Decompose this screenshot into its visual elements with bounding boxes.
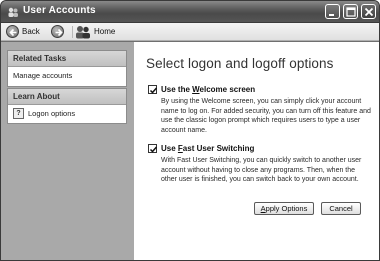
forward-button[interactable] [51, 25, 71, 39]
toolbar-divider [72, 26, 73, 38]
close-button[interactable] [361, 4, 376, 19]
related-tasks-panel: Related Tasks Manage accounts [7, 50, 127, 87]
page-title: Select logon and logoff options [146, 56, 334, 71]
welcome-screen-checkbox[interactable] [148, 85, 158, 94]
apply-options-button[interactable]: Apply Options [254, 202, 314, 215]
toolbar: Back Home [1, 23, 379, 41]
back-label: Back [22, 27, 40, 36]
manage-accounts-link[interactable]: Manage accounts [8, 67, 126, 84]
maximize-icon [346, 7, 356, 17]
content-area: Related Tasks Manage accounts Learn Abou… [1, 42, 379, 260]
main-panel: Select logon and logoff options Use the … [134, 42, 379, 260]
checkmark-icon [149, 146, 158, 153]
task-pane: Related Tasks Manage accounts Learn Abou… [1, 42, 134, 260]
logon-options-label: Logon options [28, 109, 76, 118]
close-icon [364, 7, 374, 17]
fast-user-switching-label[interactable]: Use Fast User Switching [161, 144, 254, 153]
checkmark-icon [149, 87, 158, 94]
user-accounts-window: User Accounts Back Home Related Tasks Ma… [0, 0, 380, 261]
maximize-button[interactable] [343, 4, 358, 19]
welcome-screen-label[interactable]: Use the Welcome screen [161, 85, 255, 94]
back-button[interactable]: Back [6, 25, 50, 39]
home-label: Home [94, 27, 116, 36]
fast-user-switching-checkbox[interactable] [148, 144, 158, 153]
back-arrow-icon [6, 25, 19, 38]
cancel-button[interactable]: Cancel [321, 202, 361, 215]
home-users-icon [75, 25, 91, 39]
learn-about-header: Learn About [8, 89, 126, 105]
minimize-button[interactable] [325, 4, 340, 19]
title-bar[interactable]: User Accounts [1, 1, 379, 23]
help-topic-icon: ? [13, 108, 24, 119]
learn-about-panel: Learn About ? Logon options [7, 88, 127, 124]
window-title: User Accounts [23, 5, 96, 16]
user-accounts-icon [7, 6, 19, 18]
welcome-screen-description: By using the Welcome screen, you can sim… [161, 98, 371, 134]
related-tasks-header: Related Tasks [8, 51, 126, 67]
logon-options-link[interactable]: ? Logon options [8, 105, 126, 122]
home-button[interactable]: Home [75, 25, 115, 39]
fast-user-switching-description: With Fast User Switching, you can quickl… [161, 157, 362, 183]
forward-arrow-icon [51, 25, 64, 38]
minimize-icon [329, 14, 334, 16]
